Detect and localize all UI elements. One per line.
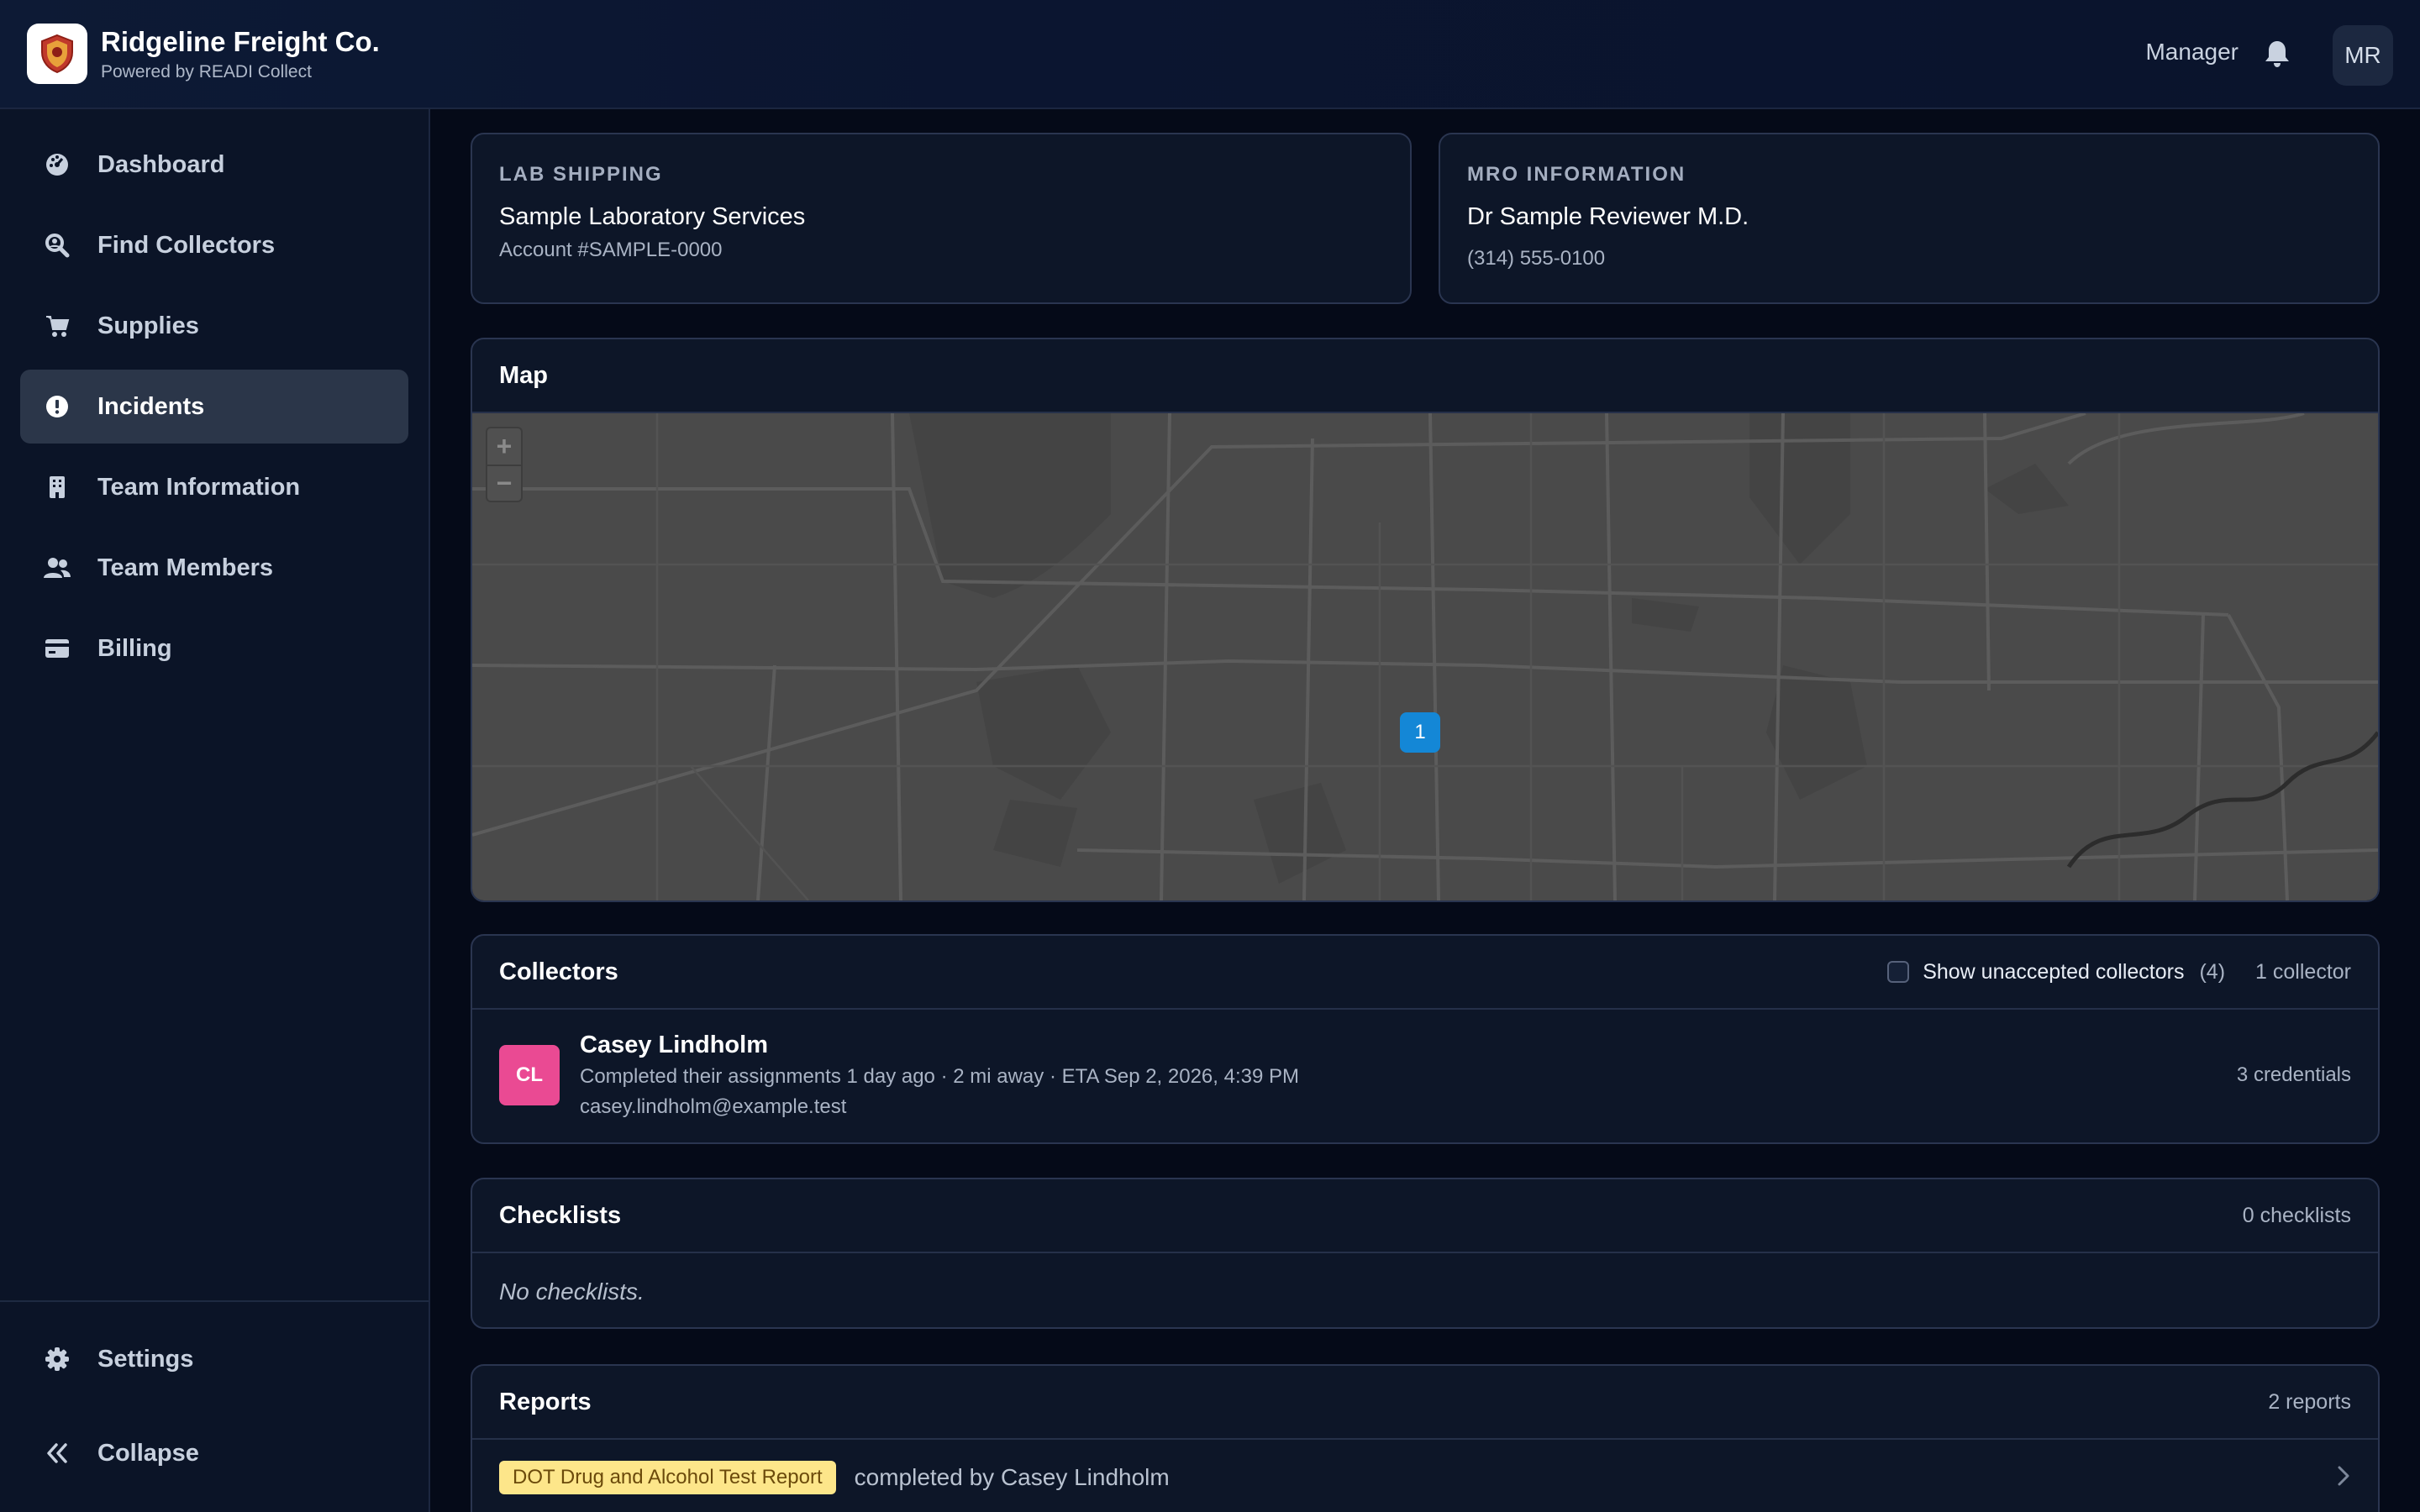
- map-title: Map: [499, 361, 548, 389]
- powered-by: Powered by READI Collect: [101, 62, 312, 81]
- sidebar-item-label: Settings: [97, 1345, 194, 1373]
- main-content: LAB SHIPPING Sample Laboratory Services …: [430, 109, 2420, 1512]
- show-unaccepted-checkbox[interactable]: [1887, 961, 1910, 983]
- map-card: Map + − 1: [471, 338, 2380, 902]
- collectors-card: Collectors Show unaccepted collectors (4…: [471, 934, 2380, 1144]
- map-roads: [472, 413, 2378, 900]
- sidebar-item-label: Supplies: [97, 312, 199, 339]
- chevron-right-icon: [2336, 1464, 2351, 1492]
- collector-name: Casey Lindholm: [580, 1032, 768, 1058]
- map-cluster-marker[interactable]: 1: [1400, 712, 1440, 753]
- collectors-title: Collectors: [499, 958, 618, 985]
- reports-header: Reports 2 reports: [472, 1366, 2378, 1440]
- alert-circle-icon: [44, 393, 71, 420]
- show-unaccepted-label[interactable]: Show unaccepted collectors: [1923, 960, 2184, 984]
- collector-avatar: CL: [499, 1045, 560, 1105]
- sidebar-item-find-collectors[interactable]: Find Collectors: [20, 208, 408, 282]
- checklists-header: Checklists 0 checklists: [472, 1179, 2378, 1253]
- report-row[interactable]: DOT Drug and Alcohol Test Report complet…: [472, 1440, 2378, 1512]
- report-type-badge: DOT Drug and Alcohol Test Report: [499, 1461, 836, 1494]
- mro-info-card: MRO INFORMATION Dr Sample Reviewer M.D. …: [1439, 133, 2380, 304]
- lab-shipping-label: LAB SHIPPING: [499, 163, 663, 186]
- collectors-header: Collectors Show unaccepted collectors (4…: [472, 936, 2378, 1010]
- lab-account: Account #SAMPLE-0000: [499, 239, 723, 261]
- collectors-meta: Show unaccepted collectors (4) 1 collect…: [1887, 960, 2351, 984]
- collector-credentials: 3 credentials: [2236, 1063, 2351, 1086]
- report-count: 2 reports: [2268, 1389, 2351, 1414]
- lab-name: Sample Laboratory Services: [499, 203, 806, 230]
- sidebar-item-dashboard[interactable]: Dashboard: [20, 128, 408, 202]
- role-selector[interactable]: Manager: [2145, 39, 2238, 66]
- cart-icon: [44, 312, 71, 339]
- collector-count: 1 collector: [2255, 959, 2351, 984]
- sidebar-item-label: Dashboard: [97, 150, 225, 178]
- sidebar-item-label: Team Members: [97, 554, 273, 581]
- sidebar-item-team-members[interactable]: Team Members: [20, 531, 408, 605]
- bell-icon: [2265, 41, 2289, 67]
- users-icon: [44, 554, 71, 581]
- checklists-empty: No checklists.: [499, 1278, 644, 1305]
- building-icon: [44, 474, 71, 501]
- sidebar-item-incidents[interactable]: Incidents: [20, 370, 408, 444]
- notifications-button[interactable]: [2260, 37, 2294, 71]
- map-zoom-control: + −: [486, 427, 523, 502]
- company-name: Ridgeline Freight Co.: [101, 26, 380, 57]
- top-bar: Ridgeline Freight Co. Powered by READI C…: [0, 0, 2420, 109]
- collector-detail: Completed their assignments 1 day ago · …: [580, 1065, 1299, 1088]
- sidebar-collapse-button[interactable]: Collapse: [20, 1416, 408, 1490]
- sidebar-item-settings[interactable]: Settings: [20, 1322, 408, 1396]
- map-header: Map: [472, 339, 2378, 413]
- gauge-icon: [44, 151, 71, 178]
- reports-card: Reports 2 reports DOT Drug and Alcohol T…: [471, 1364, 2380, 1512]
- company-logo[interactable]: [27, 24, 87, 84]
- checklists-card: Checklists 0 checklists No checklists.: [471, 1178, 2380, 1329]
- sidebar-item-billing[interactable]: Billing: [20, 612, 408, 685]
- sidebar-divider: [0, 1300, 429, 1302]
- double-chevron-left-icon: [44, 1440, 71, 1467]
- sidebar-item-supplies[interactable]: Supplies: [20, 289, 408, 363]
- sidebar-item-label: Incidents: [97, 392, 205, 420]
- sidebar-item-label: Billing: [97, 634, 172, 662]
- checklist-count: 0 checklists: [2242, 1203, 2351, 1227]
- user-avatar[interactable]: MR: [2333, 25, 2393, 86]
- zoom-in-button[interactable]: +: [487, 428, 521, 465]
- shield-logo-icon: [41, 34, 73, 74]
- mro-phone: (314) 555-0100: [1467, 247, 1606, 270]
- sidebar-item-label: Find Collectors: [97, 231, 276, 259]
- reports-title: Reports: [499, 1388, 592, 1415]
- mro-label: MRO INFORMATION: [1467, 163, 1686, 186]
- sidebar-item-label: Team Information: [97, 473, 301, 501]
- checklists-title: Checklists: [499, 1201, 622, 1229]
- mro-name: Dr Sample Reviewer M.D.: [1467, 203, 1749, 230]
- sidebar: Dashboard Find Collectors Supplies Incid…: [0, 109, 430, 1512]
- lab-shipping-card: LAB SHIPPING Sample Laboratory Services …: [471, 133, 1412, 304]
- gear-icon: [44, 1346, 71, 1373]
- map-canvas[interactable]: + − 1: [472, 413, 2378, 900]
- collector-row[interactable]: CL Casey Lindholm Completed their assign…: [472, 1010, 2378, 1141]
- credit-card-icon: [44, 635, 71, 662]
- report-status: completed by Casey Lindholm: [854, 1464, 1170, 1490]
- unaccepted-count: (4): [2199, 959, 2226, 984]
- sidebar-item-label: Collapse: [97, 1439, 199, 1467]
- search-person-icon: [44, 232, 71, 259]
- brand: Ridgeline Freight Co. Powered by READI C…: [101, 25, 380, 84]
- collector-email: casey.lindholm@example.test: [580, 1095, 847, 1118]
- zoom-out-button[interactable]: −: [487, 465, 521, 501]
- sidebar-item-team-information[interactable]: Team Information: [20, 450, 408, 524]
